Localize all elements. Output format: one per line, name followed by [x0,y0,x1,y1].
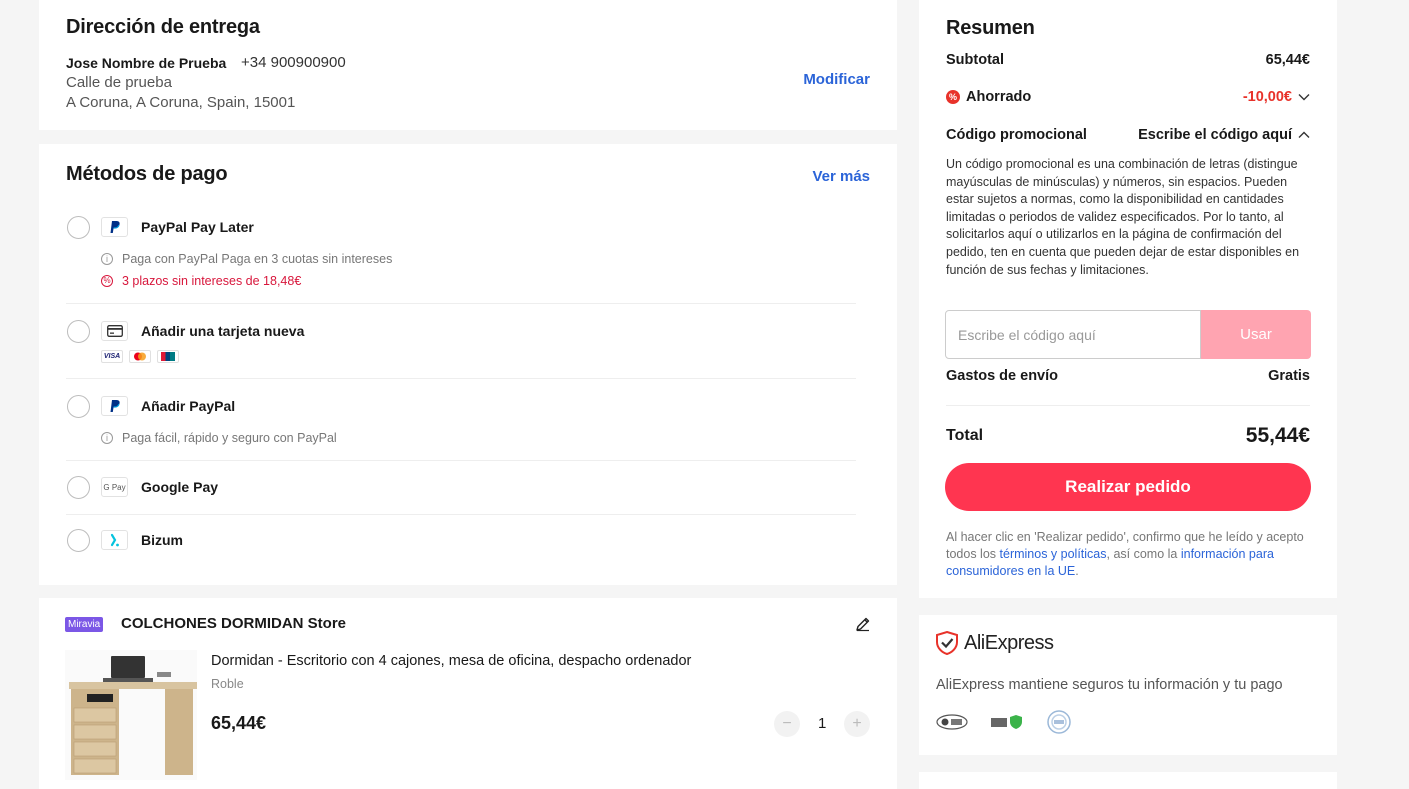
divider [66,378,856,379]
shipping-row: Gastos de envío Gratis [946,368,1310,384]
new-card-radio[interactable] [67,320,90,343]
paypal-pay-later-info: i Paga con PayPal Paga en 3 cuotas sin i… [101,252,392,266]
address-title: Dirección de entrega [66,16,260,38]
edit-address-link[interactable]: Modificar [803,71,870,88]
saved-value: -10,00€ [1242,89,1292,105]
store-order-card: Miravia COLCHONES DORMIDAN Store Dormida… [39,598,897,789]
product-image[interactable] [65,650,197,780]
recipient-name: Jose Nombre de Prueba [66,55,227,71]
paypal-icon [101,396,128,416]
security-card: AliExpress AliExpress mantiene seguros t… [919,615,1337,755]
extra-card [919,772,1337,789]
security-description: AliExpress mantiene seguros tu informaci… [936,677,1283,693]
address-street: Calle de prueba [66,74,172,91]
order-summary-card: Resumen Subtotal 65,44€ % Ahorrado -10,0… [919,0,1337,598]
payment-title: Métodos de pago [66,163,228,185]
subtotal-row: Subtotal 65,44€ [946,52,1310,68]
address-city: A Coruna, A Coruna, Spain, 15001 [66,94,296,111]
terms-link[interactable]: términos y políticas [1000,547,1107,561]
payment-option-paypal-pay-later[interactable]: PayPal Pay Later i Paga con PayPal Paga … [66,214,856,304]
more-payment-methods-link[interactable]: Ver más [812,168,870,185]
mastercard-icon [129,350,151,363]
place-order-button[interactable]: Realizar pedido [945,463,1311,511]
chevron-down-icon[interactable] [1298,93,1310,101]
aliexpress-logo: AliExpress [936,631,1054,655]
total-value: 55,44€ [1245,424,1310,447]
promo-code-hint[interactable]: Escribe el código aquí [1138,127,1292,143]
total-row: Total 55,44€ [946,424,1310,447]
paypal-icon [101,217,128,237]
paypal-pay-later-label: PayPal Pay Later [141,219,254,235]
edit-pencil-icon[interactable] [855,616,871,632]
google-pay-label: Google Pay [141,479,219,495]
discount-icon: % [946,90,960,104]
visa-icon: VISA [101,350,123,363]
miravia-badge: Miravia [65,617,104,632]
paypal-info: i Paga fácil, rápido y seguro con PayPal [101,431,337,445]
trust-badge-icon [1047,710,1071,734]
promo-code-input[interactable] [945,310,1201,359]
divider [66,514,856,515]
discount-icon: % [101,275,113,287]
paypal-radio[interactable] [67,395,90,418]
info-icon: i [101,253,113,265]
quantity-value: 1 [818,715,827,732]
bizum-label: Bizum [141,532,183,548]
saved-row[interactable]: % Ahorrado -10,00€ [946,89,1310,105]
delivery-address-card: Dirección de entrega Jose Nombre de Prue… [39,0,897,130]
pci-seal-icon [936,714,968,730]
recipient-phone: +34 900900900 [241,54,346,71]
payment-option-paypal[interactable]: Añadir PayPal i Paga fácil, rápido y seg… [66,393,856,461]
promo-code-description: Un código promocional es una combinación… [946,157,1300,277]
divider [66,460,856,461]
payment-option-google-pay[interactable]: G Pay Google Pay [66,476,856,516]
shield-check-icon [936,631,958,655]
unionpay-icon [157,350,179,363]
card-brands: VISA [101,350,179,363]
increase-quantity-button[interactable]: + [844,711,870,737]
verified-seal-icon [991,715,1022,729]
legal-notice: Al hacer clic en 'Realizar pedido', conf… [946,530,1304,578]
payment-methods-card: Métodos de pago Ver más PayPal Pay Later… [39,144,897,585]
bizum-radio[interactable] [67,529,90,552]
payment-option-new-card[interactable]: Añadir una tarjeta nueva VISA [66,318,856,380]
apply-promo-button[interactable]: Usar [1201,310,1311,359]
decrease-quantity-button[interactable]: − [774,711,800,737]
subtotal-value: 65,44€ [1265,52,1310,68]
google-pay-icon: G Pay [101,477,128,497]
shipping-value: Gratis [1268,368,1310,384]
product-variant: Roble [211,677,244,691]
bizum-icon [101,530,128,550]
paypal-pay-later-radio[interactable] [67,216,90,239]
divider [946,405,1310,406]
info-icon: i [101,432,113,444]
credit-card-icon [101,321,128,341]
paypal-label: Añadir PayPal [141,398,236,414]
payment-option-bizum[interactable]: Bizum [66,529,856,559]
store-name: COLCHONES DORMIDAN Store [121,615,347,632]
security-seals [936,710,1072,734]
product-name[interactable]: Dormidan - Escritorio con 4 cajones, mes… [211,653,691,669]
paypal-pay-later-promo: % 3 plazos sin intereses de 18,48€ [101,274,301,288]
divider [66,303,856,304]
google-pay-radio[interactable] [67,476,90,499]
chevron-up-icon[interactable] [1298,131,1310,139]
promo-code-row[interactable]: Código promocional Escribe el código aqu… [946,127,1310,143]
product-price: 65,44€ [211,713,267,733]
new-card-label: Añadir una tarjeta nueva [141,323,305,339]
summary-title: Resumen [946,17,1035,39]
